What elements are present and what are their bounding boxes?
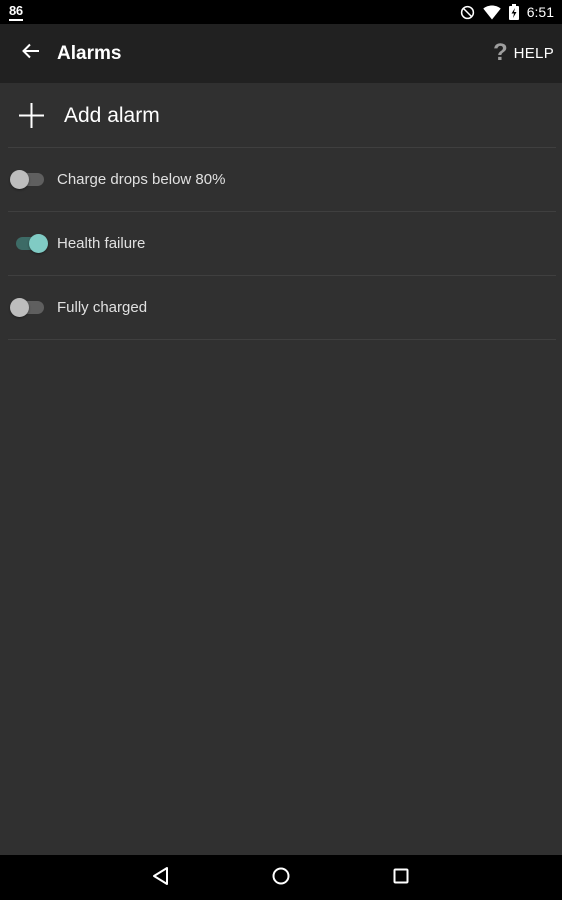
- alarm-item-charge-drops[interactable]: Charge drops below 80%: [0, 148, 562, 211]
- switch-thumb: [29, 234, 48, 253]
- alarm-item-health-failure[interactable]: Health failure: [0, 212, 562, 275]
- alarm-label: Charge drops below 80%: [57, 171, 226, 188]
- nav-back-button[interactable]: [148, 865, 174, 891]
- battery-charging-icon: [508, 4, 519, 20]
- add-alarm-button[interactable]: Add alarm: [0, 83, 562, 147]
- plus-icon: [19, 103, 44, 128]
- app-bar: Alarms ? HELP: [0, 24, 562, 83]
- back-button[interactable]: [14, 36, 48, 70]
- status-bar: 86 6:51: [0, 0, 562, 24]
- alarm-list: Add alarm Charge drops below 80% Health …: [0, 83, 562, 340]
- nav-recents-button[interactable]: [388, 865, 414, 891]
- alarm-label: Fully charged: [57, 299, 148, 316]
- status-time: 6:51: [526, 4, 554, 20]
- alarm-item-fully-charged[interactable]: Fully charged: [0, 276, 562, 339]
- notification-count-text: 86: [9, 3, 23, 18]
- divider: [8, 339, 556, 340]
- nav-recents-icon: [392, 867, 410, 890]
- switch-thumb: [10, 170, 29, 189]
- alarm-toggle-charge-drops[interactable]: [10, 170, 50, 190]
- help-button[interactable]: ? HELP: [493, 39, 554, 67]
- add-alarm-label: Add alarm: [64, 104, 160, 127]
- notification-count: 86: [9, 3, 23, 21]
- switch-thumb: [10, 298, 29, 317]
- arrow-back-icon: [22, 43, 40, 64]
- notification-underline: [9, 19, 23, 21]
- nav-home-icon: [271, 866, 291, 891]
- nav-home-button[interactable]: [268, 865, 294, 891]
- help-label: HELP: [513, 44, 554, 62]
- navigation-bar: [0, 855, 562, 900]
- do-not-disturb-icon: [460, 5, 475, 20]
- status-icons: 6:51: [460, 2, 554, 22]
- screen: 86 6:51 Alarms ? HELP Add alarm Charge d…: [0, 0, 562, 900]
- wifi-icon: [483, 4, 501, 20]
- alarm-toggle-health-failure[interactable]: [10, 234, 50, 254]
- alarm-toggle-fully-charged[interactable]: [10, 298, 50, 318]
- alarm-label: Health failure: [57, 235, 146, 252]
- nav-back-icon: [152, 866, 170, 891]
- question-mark-icon: ?: [492, 39, 508, 66]
- page-title: Alarms: [57, 43, 122, 64]
